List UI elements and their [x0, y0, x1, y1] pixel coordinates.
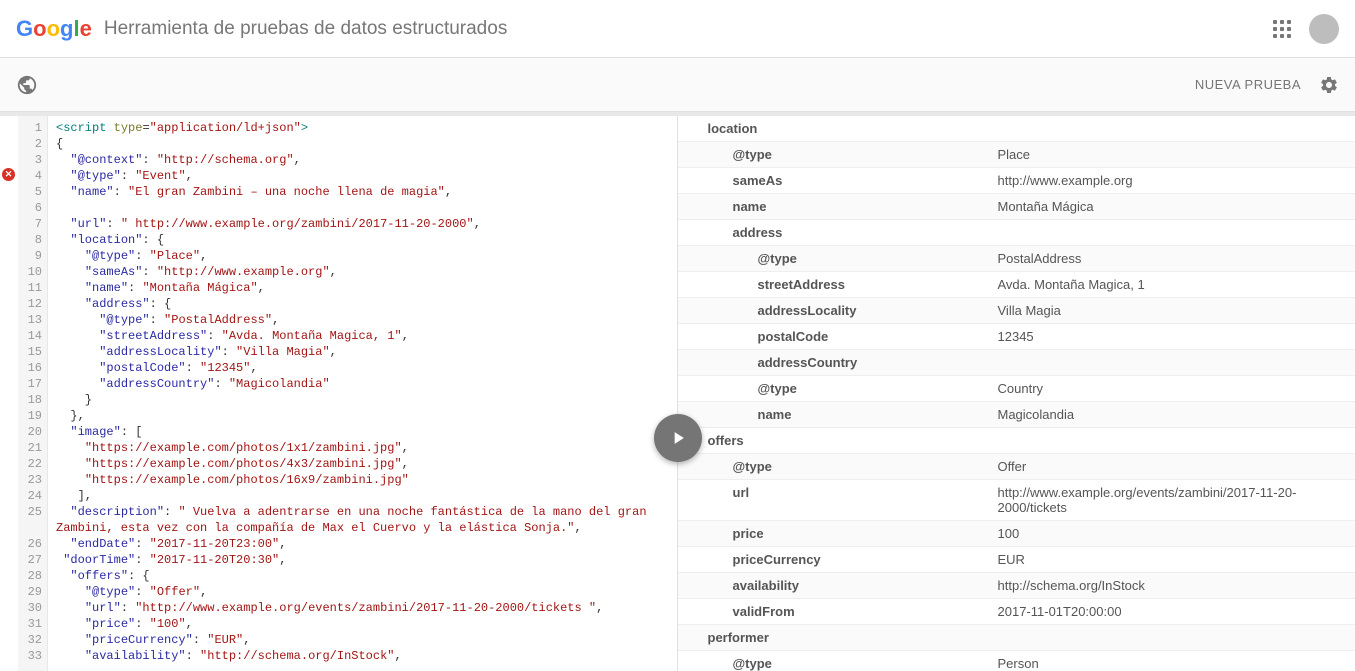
- result-row[interactable]: location: [678, 116, 1355, 142]
- code-line[interactable]: "endDate": "2017-11-20T23:00",: [56, 536, 669, 552]
- code-line[interactable]: "streetAddress": "Avda. Montaña Magica, …: [56, 328, 669, 344]
- results-panel: location@typePlacesameAshttp://www.examp…: [678, 116, 1355, 671]
- code-line[interactable]: "@type": "Event",: [56, 168, 669, 184]
- result-row[interactable]: @typePerson: [678, 651, 1355, 671]
- result-row[interactable]: address: [678, 220, 1355, 246]
- run-test-button[interactable]: [654, 414, 702, 462]
- code-line[interactable]: },: [56, 408, 669, 424]
- result-row[interactable]: nameMontaña Mágica: [678, 194, 1355, 220]
- result-row[interactable]: postalCode12345: [678, 324, 1355, 350]
- code-line[interactable]: "name": "Montaña Mágica",: [56, 280, 669, 296]
- code-line[interactable]: "https://example.com/photos/4x3/zambini.…: [56, 456, 669, 472]
- result-row[interactable]: @typeOffer: [678, 454, 1355, 480]
- code-line[interactable]: "priceCurrency": "EUR",: [56, 632, 669, 648]
- google-logo[interactable]: Google: [16, 16, 92, 42]
- code-line[interactable]: "@type": "Place",: [56, 248, 669, 264]
- code-line[interactable]: "description": " Vuelva a adentrarse en …: [56, 504, 669, 536]
- code-line[interactable]: [56, 200, 669, 216]
- error-gutter: ✕: [0, 116, 18, 671]
- result-row[interactable]: priceCurrencyEUR: [678, 547, 1355, 573]
- toolbar: NUEVA PRUEBA: [0, 58, 1355, 112]
- code-line[interactable]: "sameAs": "http://www.example.org",: [56, 264, 669, 280]
- code-line[interactable]: "url": "http://www.example.org/events/za…: [56, 600, 669, 616]
- result-row[interactable]: sameAshttp://www.example.org: [678, 168, 1355, 194]
- code-line[interactable]: "@context": "http://schema.org",: [56, 152, 669, 168]
- code-line[interactable]: }: [56, 392, 669, 408]
- user-avatar[interactable]: [1309, 14, 1339, 44]
- code-line[interactable]: "offers": {: [56, 568, 669, 584]
- code-line[interactable]: "https://example.com/photos/1x1/zambini.…: [56, 440, 669, 456]
- code-line[interactable]: "price": "100",: [56, 616, 669, 632]
- globe-icon[interactable]: [16, 74, 38, 96]
- code-line[interactable]: "https://example.com/photos/16x9/zambini…: [56, 472, 669, 488]
- code-line[interactable]: "address": {: [56, 296, 669, 312]
- code-line[interactable]: "addressLocality": "Villa Magia",: [56, 344, 669, 360]
- code-line[interactable]: "postalCode": "12345",: [56, 360, 669, 376]
- code-line[interactable]: "availability": "http://schema.org/InSto…: [56, 648, 669, 664]
- code-line[interactable]: "doorTime": "2017-11-20T20:30",: [56, 552, 669, 568]
- code-line[interactable]: ],: [56, 488, 669, 504]
- code-editor[interactable]: <script type="application/ld+json">{ "@c…: [48, 116, 677, 671]
- code-line[interactable]: "@type": "PostalAddress",: [56, 312, 669, 328]
- result-row[interactable]: @typePlace: [678, 142, 1355, 168]
- new-test-button[interactable]: NUEVA PRUEBA: [1195, 77, 1301, 92]
- result-row[interactable]: offers: [678, 428, 1355, 454]
- result-row[interactable]: addressLocalityVilla Magia: [678, 298, 1355, 324]
- result-row[interactable]: urlhttp://www.example.org/events/zambini…: [678, 480, 1355, 521]
- header: Google Herramienta de pruebas de datos e…: [0, 0, 1355, 58]
- gear-icon[interactable]: [1319, 75, 1339, 95]
- code-line[interactable]: "location": {: [56, 232, 669, 248]
- code-line[interactable]: "url": " http://www.example.org/zambini/…: [56, 216, 669, 232]
- main-area: ✕ 12345678910111213141516171819202122232…: [0, 116, 1355, 671]
- result-row[interactable]: nameMagicolandia: [678, 402, 1355, 428]
- app-title: Herramienta de pruebas de datos estructu…: [104, 18, 507, 40]
- result-row[interactable]: streetAddressAvda. Montaña Magica, 1: [678, 272, 1355, 298]
- line-numbers: 1234567891011121314151617181920212223242…: [18, 116, 48, 671]
- code-panel: ✕ 12345678910111213141516171819202122232…: [0, 116, 678, 671]
- result-row[interactable]: performer: [678, 625, 1355, 651]
- result-row[interactable]: @typeCountry: [678, 376, 1355, 402]
- error-marker-icon[interactable]: ✕: [2, 168, 15, 181]
- results-table: location@typePlacesameAshttp://www.examp…: [678, 116, 1355, 671]
- result-row[interactable]: @typePostalAddress: [678, 246, 1355, 272]
- code-line[interactable]: "@type": "Offer",: [56, 584, 669, 600]
- result-row[interactable]: availabilityhttp://schema.org/InStock: [678, 573, 1355, 599]
- result-row[interactable]: validFrom2017-11-01T20:00:00: [678, 599, 1355, 625]
- code-line[interactable]: "image": [: [56, 424, 669, 440]
- code-line[interactable]: "addressCountry": "Magicolandia": [56, 376, 669, 392]
- apps-icon[interactable]: [1273, 20, 1291, 38]
- result-row[interactable]: price100: [678, 521, 1355, 547]
- code-line[interactable]: "name": "El gran Zambini – una noche lle…: [56, 184, 669, 200]
- result-row[interactable]: addressCountry: [678, 350, 1355, 376]
- code-line[interactable]: <script type="application/ld+json">: [56, 120, 669, 136]
- code-line[interactable]: {: [56, 136, 669, 152]
